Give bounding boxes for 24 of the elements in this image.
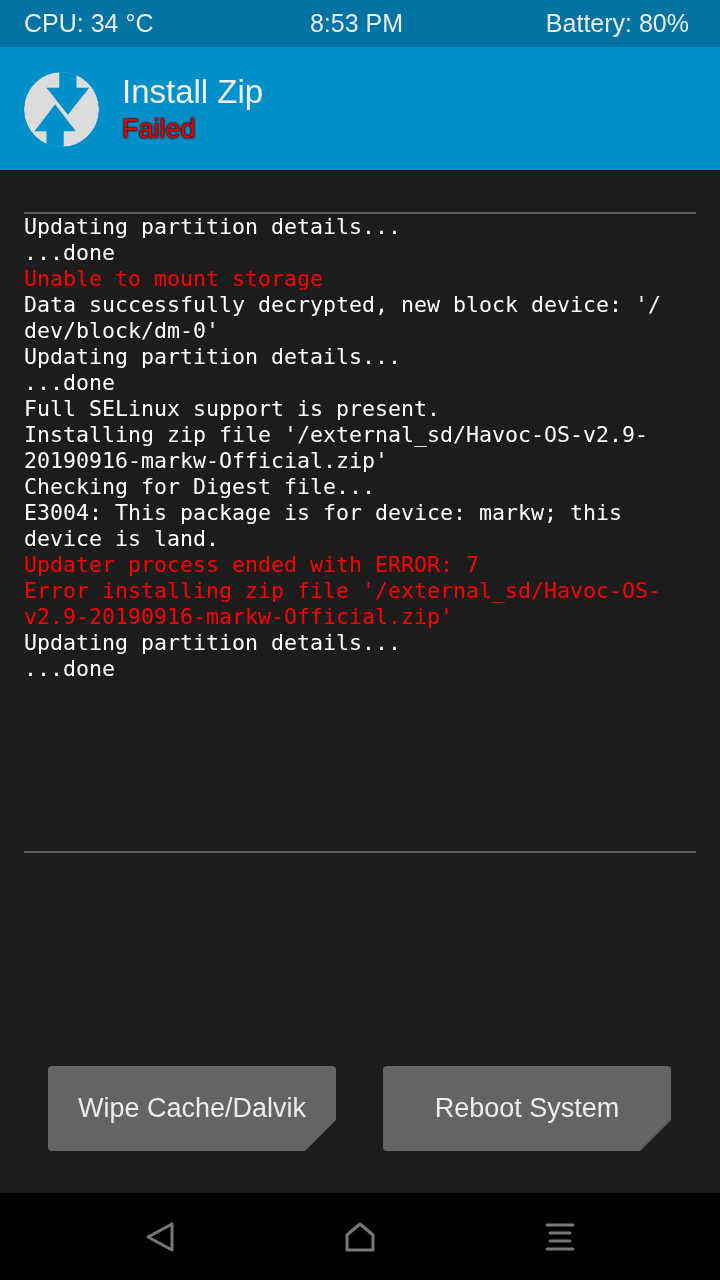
log-line: Updating partition details... [24, 344, 401, 370]
cpu-temperature: CPU: 34 °C [24, 9, 154, 38]
log-line: ...done [24, 240, 115, 266]
status-text: Failed [122, 112, 196, 146]
logo-icon [24, 72, 99, 147]
log-line: Installing zip file '/external_sd/Havoc-OS-v2.9- 20190916-markw-Official.zip' [24, 422, 649, 474]
home-icon[interactable] [344, 1220, 376, 1253]
action-button[interactable]: Reboot System [383, 1066, 671, 1151]
log-line: Updating partition details... [24, 630, 401, 656]
clock-time: 8:53 PM [309, 9, 404, 38]
log-line: Unable to mount storage [24, 266, 323, 292]
page-title: Install Zip [122, 71, 264, 112]
action-button[interactable]: Wipe Cache/Dalvik [48, 1066, 336, 1151]
log-line: Updater process ended with ERROR: 7 [24, 552, 480, 578]
battery-level: Battery: 80% [545, 9, 689, 38]
log-line: Data successfully decrypted, new block device: '/ dev/block/dm-0' [24, 292, 662, 344]
log-line: Full SELinux support is present. [24, 396, 441, 422]
log-line: Error installing zip file '/external_sd/Havoc-OS- v2.9-20190916-markw-Official.zip' [24, 578, 662, 630]
log-line: Updating partition details... [24, 214, 401, 240]
back-icon[interactable] [144, 1220, 176, 1253]
log-line: ...done [24, 656, 115, 682]
log-line: Checking for Digest file... [24, 474, 375, 500]
log-line: E3004: This package is for device: markw; this device is land. [24, 500, 623, 552]
log-line: ...done [24, 370, 115, 396]
